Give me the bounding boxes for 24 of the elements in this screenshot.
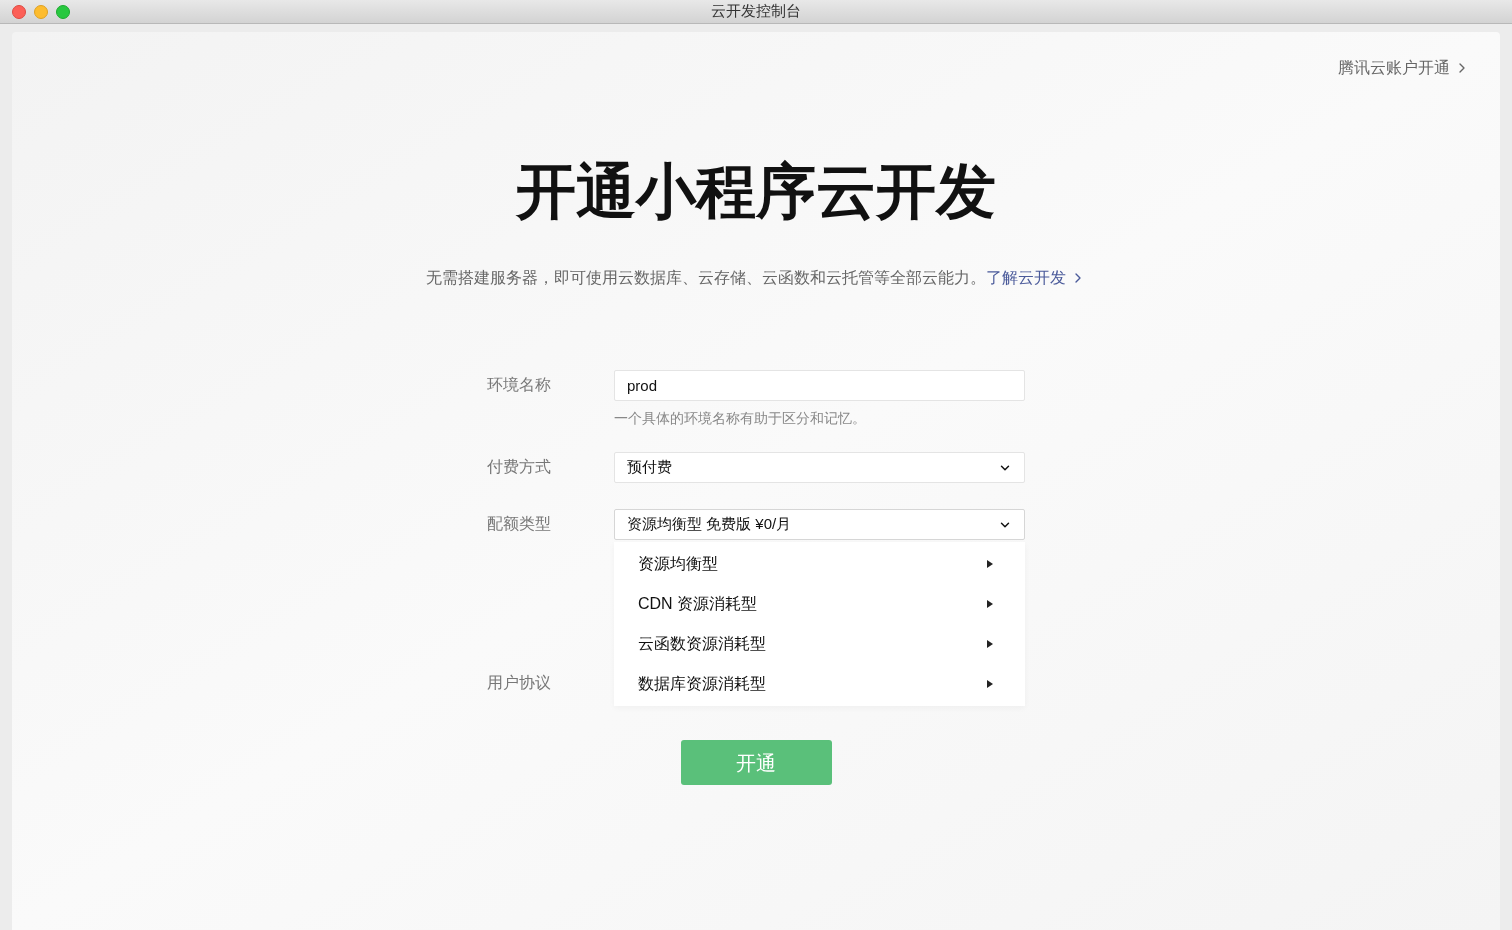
subtitle-text: 无需搭建服务器，即可使用云数据库、云存储、云函数和云托管等全部云能力。 <box>426 268 986 288</box>
select-field[interactable]: 预付费 <box>614 452 1025 483</box>
window-title: 云开发控制台 <box>711 1 801 22</box>
caret-right-icon <box>987 600 993 608</box>
caret-right-icon <box>987 680 993 688</box>
field-hint: 一个具体的环境名称有助于区分和记忆。 <box>614 409 867 428</box>
minimize-window-icon[interactable] <box>34 4 48 19</box>
field-label: 用户协议 <box>487 673 552 693</box>
field-label: 付费方式 <box>487 457 552 477</box>
account-link[interactable]: 腾讯云账户开通 <box>1338 56 1470 80</box>
select-field[interactable]: 资源均衡型 免费版 ¥0/月 <box>614 509 1025 540</box>
field-label: 环境名称 <box>487 375 552 395</box>
zoom-window-icon[interactable] <box>56 4 70 19</box>
page-heading: 开通小程序云开发 <box>516 157 996 227</box>
menu-item[interactable]: 数据库资源消耗型 <box>614 664 1025 704</box>
caret-right-icon <box>987 640 993 648</box>
menu-item[interactable]: 云函数资源消耗型 <box>614 624 1025 664</box>
caret-right-icon <box>987 560 993 568</box>
input-field[interactable]: prod <box>614 370 1025 401</box>
field-label: 配额类型 <box>487 514 552 534</box>
learn-more-link[interactable]: 了解云开发 <box>986 266 1086 290</box>
menu-item[interactable]: CDN 资源消耗型 <box>614 584 1025 624</box>
menu-item[interactable]: 资源均衡型 <box>614 544 1025 584</box>
close-window-icon[interactable] <box>12 4 26 19</box>
